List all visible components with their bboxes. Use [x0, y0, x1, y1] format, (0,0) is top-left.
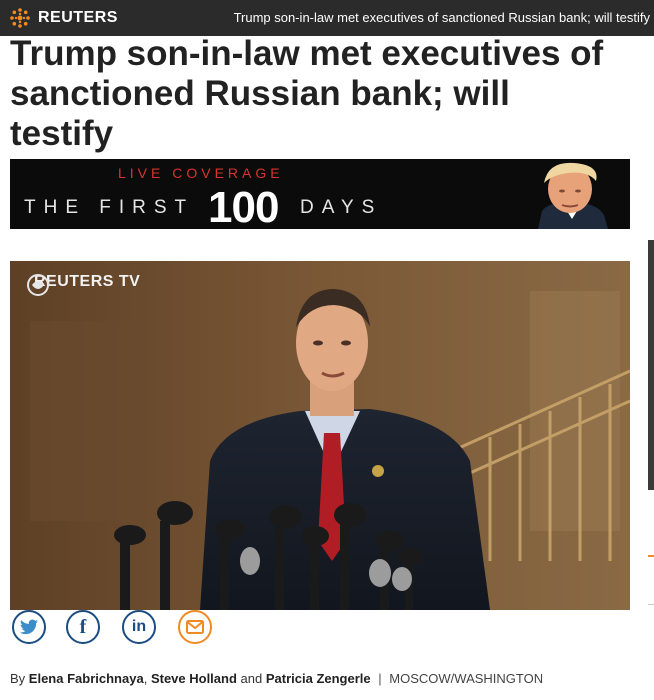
sidebar-edge-accent — [648, 555, 654, 557]
top-navigation-bar: REUTERS Trump son-in-law met executives … — [0, 0, 654, 36]
topbar-headline[interactable]: Trump son-in-law met executives of sanct… — [234, 10, 650, 25]
sidebar-edge-fragment — [648, 240, 654, 490]
author-link[interactable]: Steve Holland — [151, 671, 237, 686]
byline-and: and — [240, 671, 263, 686]
hundred-number: 100 — [208, 183, 279, 229]
live-coverage-label: LIVE COVERAGE — [118, 165, 284, 181]
twitter-share-button[interactable] — [12, 610, 46, 644]
byline-comma: , — [143, 671, 148, 686]
reuters-tv-logo-icon — [27, 274, 49, 296]
trump-portrait-image — [518, 159, 614, 229]
reuters-logo-icon — [10, 8, 30, 28]
the-first-label: THE FIRST — [24, 197, 195, 218]
author-link[interactable]: Elena Fabrichnaya — [29, 671, 144, 686]
headline-line: testify — [10, 114, 114, 153]
headline-line: Trump son-in-law met executives of — [10, 34, 604, 73]
email-share-button[interactable] — [178, 610, 212, 644]
video-frame-image — [10, 261, 630, 610]
linkedin-icon: in — [131, 618, 147, 635]
article-byline: By Elena Fabrichnaya, Steve Holland and … — [10, 671, 543, 686]
brand-name: REUTERS — [38, 9, 118, 26]
article-headline: Trump son-in-law met executives of sanct… — [10, 34, 642, 154]
reuters-logo[interactable]: REUTERS — [8, 6, 118, 30]
twitter-icon — [20, 619, 38, 635]
days-label: DAYS — [300, 197, 383, 218]
sidebar-edge-divider — [648, 604, 654, 605]
author-link[interactable]: Patricia Zengerle — [266, 671, 371, 686]
facebook-icon: f — [79, 615, 87, 638]
reuters-tv-watermark: REUTERS TV — [26, 273, 140, 296]
byline-separator: | — [378, 671, 382, 686]
byline-prefix: By — [10, 671, 26, 686]
email-icon — [186, 620, 204, 634]
first-100-days-banner[interactable]: LIVE COVERAGE THE FIRST 100 DAYS — [10, 159, 630, 229]
linkedin-share-button[interactable]: in — [122, 610, 156, 644]
facebook-share-button[interactable]: f — [66, 610, 100, 644]
video-player[interactable]: REUTERS TV — [10, 261, 630, 610]
headline-line: sanctioned Russian bank; will — [10, 74, 510, 113]
dateline: MOSCOW/WASHINGTON — [389, 671, 544, 686]
